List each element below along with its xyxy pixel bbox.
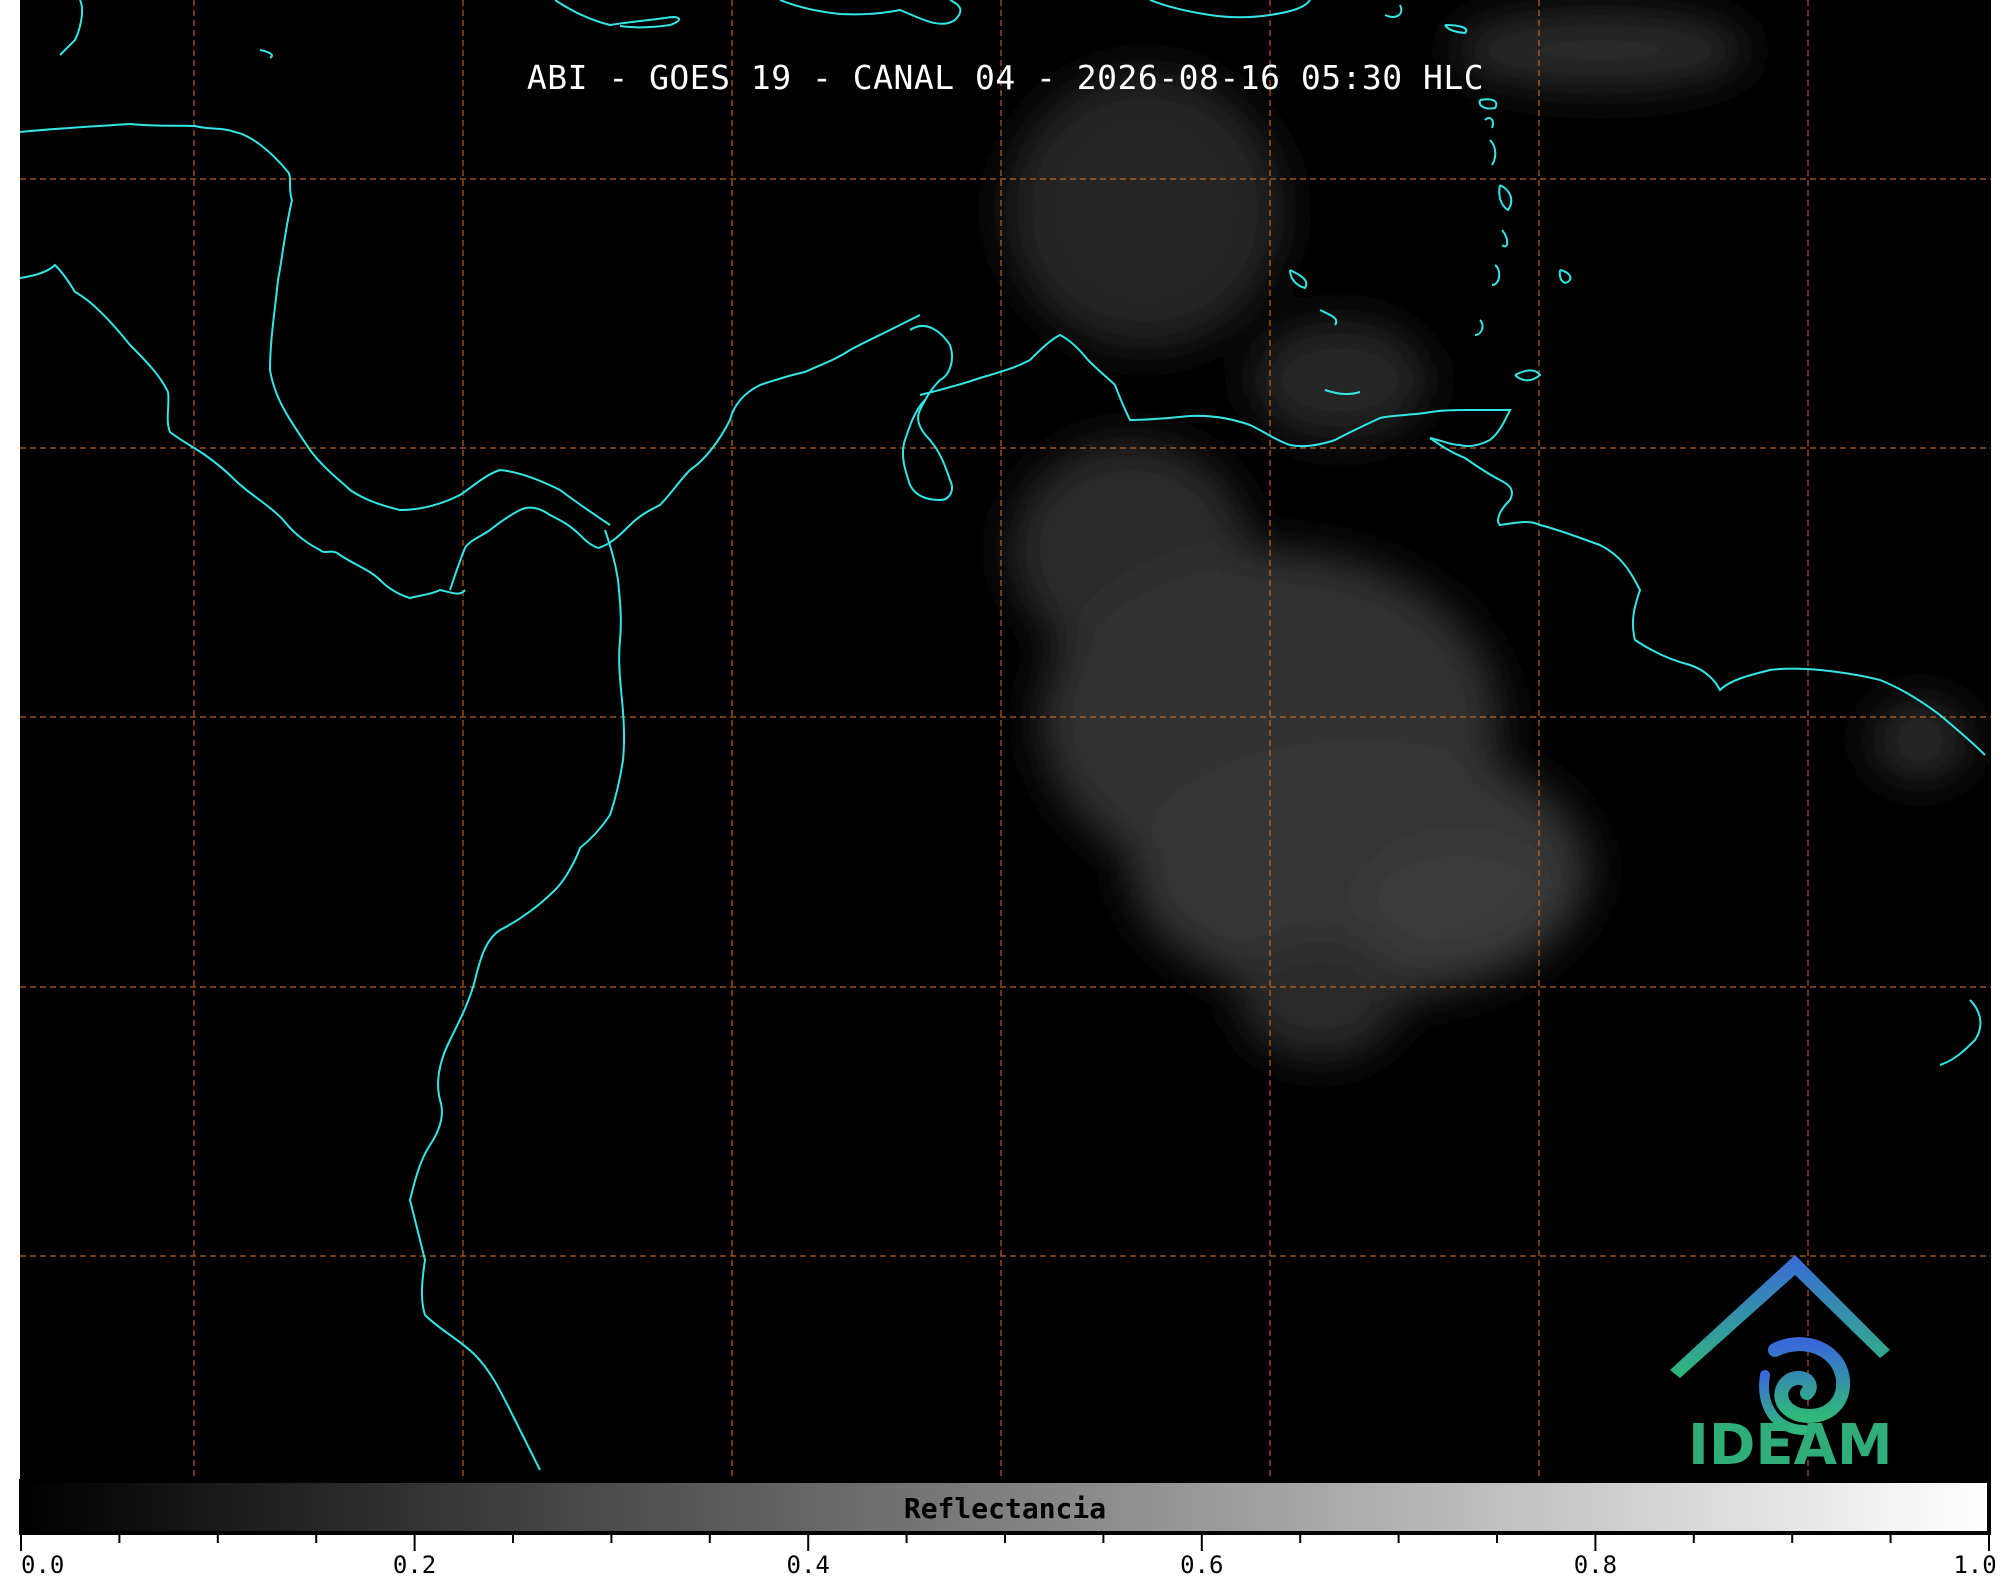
colorbar-tick-label: 0.0	[21, 1551, 64, 1577]
coastlines	[20, 0, 1986, 1471]
colorbar-tick-label: 0.2	[393, 1551, 436, 1577]
colorbar-tick-label: 1.0	[1953, 1551, 1996, 1577]
colorbar-label: Reflectancia	[903, 1492, 1107, 1525]
map-title: ABI - GOES 19 - CANAL 04 - 2026-08-16 05…	[526, 58, 1485, 97]
colorbar-tick-label: 0.6	[1180, 1551, 1223, 1577]
cloud-layer	[1005, 10, 1970, 1060]
colorbar: Reflectancia	[19, 1479, 1991, 1535]
logo-text: IDEAM	[1688, 1413, 1893, 1478]
colorbar-tick-label: 0.8	[1574, 1551, 1617, 1577]
colorbar-tick-label: 0.4	[787, 1551, 830, 1577]
